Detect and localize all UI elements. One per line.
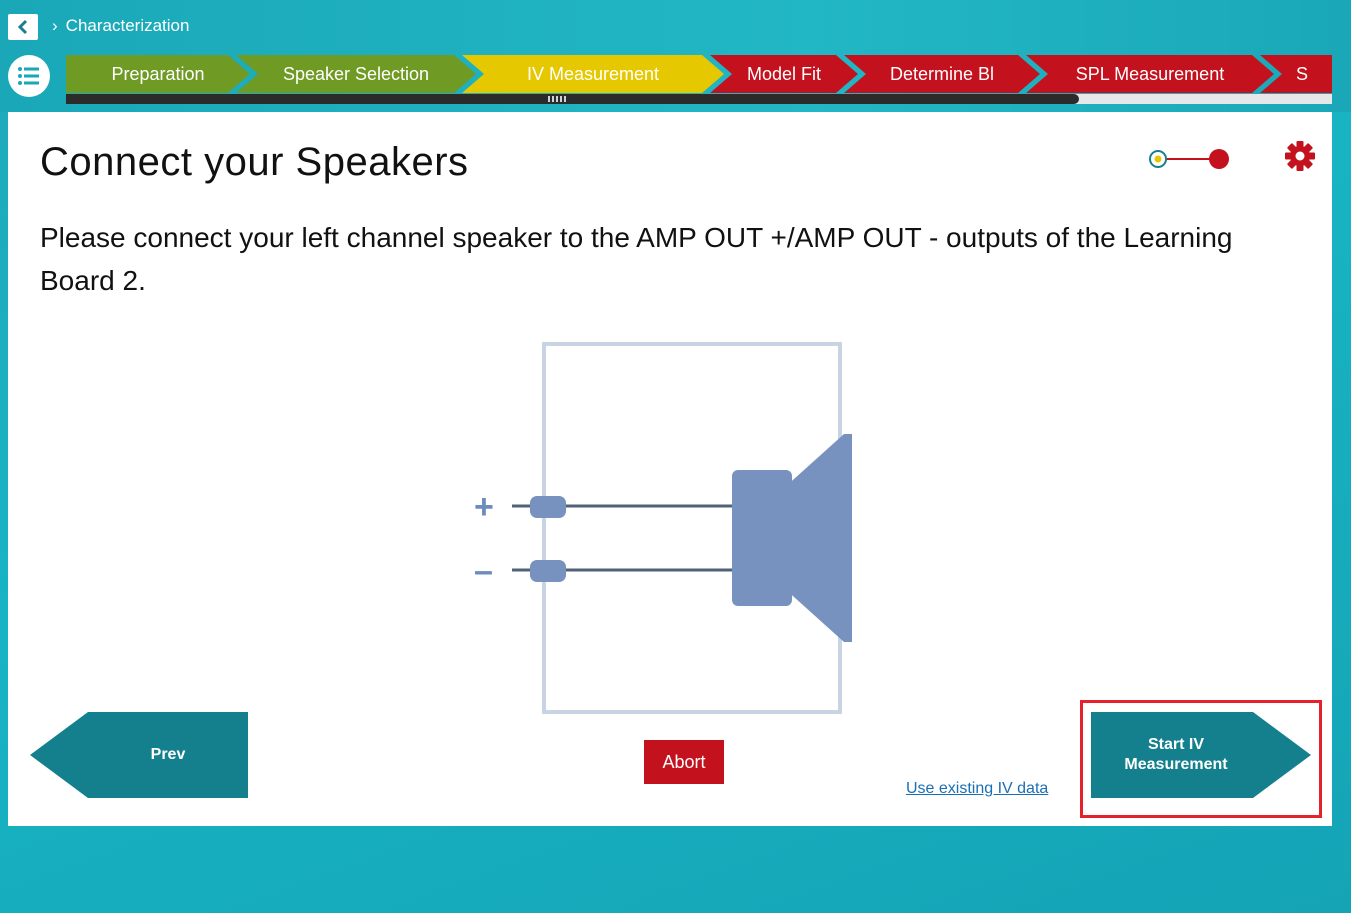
highlight-box (1080, 700, 1322, 818)
list-icon (18, 67, 39, 85)
speaker-icon (732, 434, 852, 642)
prev-button[interactable]: Prev (30, 712, 248, 798)
plus-terminal (530, 496, 566, 518)
step-model-fit[interactable]: Model Fit (710, 55, 858, 93)
menu-button[interactable] (8, 55, 50, 97)
use-existing-iv-data-link[interactable]: Use existing IV data (906, 780, 1048, 798)
back-button[interactable] (8, 14, 38, 40)
progress-bar-fill (66, 94, 1079, 104)
breadcrumb-item-characterization[interactable]: Characterization (66, 16, 190, 36)
plus-terminal-label: + (474, 488, 494, 526)
mode-toggle[interactable] (1147, 148, 1231, 170)
content-panel: Connect your Speakers Please connect you… (8, 112, 1332, 826)
step-iv-measurement[interactable]: IV Measurement (462, 55, 724, 93)
page-title: Connect your Speakers (40, 140, 469, 184)
speaker-wiring-diagram: + – (474, 342, 852, 714)
prev-button-label: Prev (150, 746, 186, 763)
chevron-left-icon (17, 19, 28, 35)
breadcrumb-separator: › (52, 16, 58, 35)
scroll-grip[interactable] (548, 96, 568, 102)
gear-icon[interactable] (1284, 140, 1316, 172)
prev-arrow-tip (30, 712, 88, 798)
minus-terminal-label: – (474, 552, 493, 590)
breadcrumb: › Characterization (52, 16, 189, 36)
abort-button[interactable]: Abort (644, 740, 724, 784)
step-determine-bl[interactable]: Determine Bl (844, 55, 1040, 93)
workflow-steps: Preparation Speaker Selection IV Measure… (66, 55, 1332, 93)
instruction-text: Please connect your left channel speaker… (40, 222, 1233, 296)
step-preparation[interactable]: Preparation (66, 55, 250, 93)
minus-terminal (530, 560, 566, 582)
progress-bar (66, 94, 1332, 104)
top-bar: › Characterization Preparation Speaker S… (0, 0, 1351, 112)
step-speaker-selection[interactable]: Speaker Selection (236, 55, 476, 93)
step-spl-measurement[interactable]: SPL Measurement (1026, 55, 1274, 93)
